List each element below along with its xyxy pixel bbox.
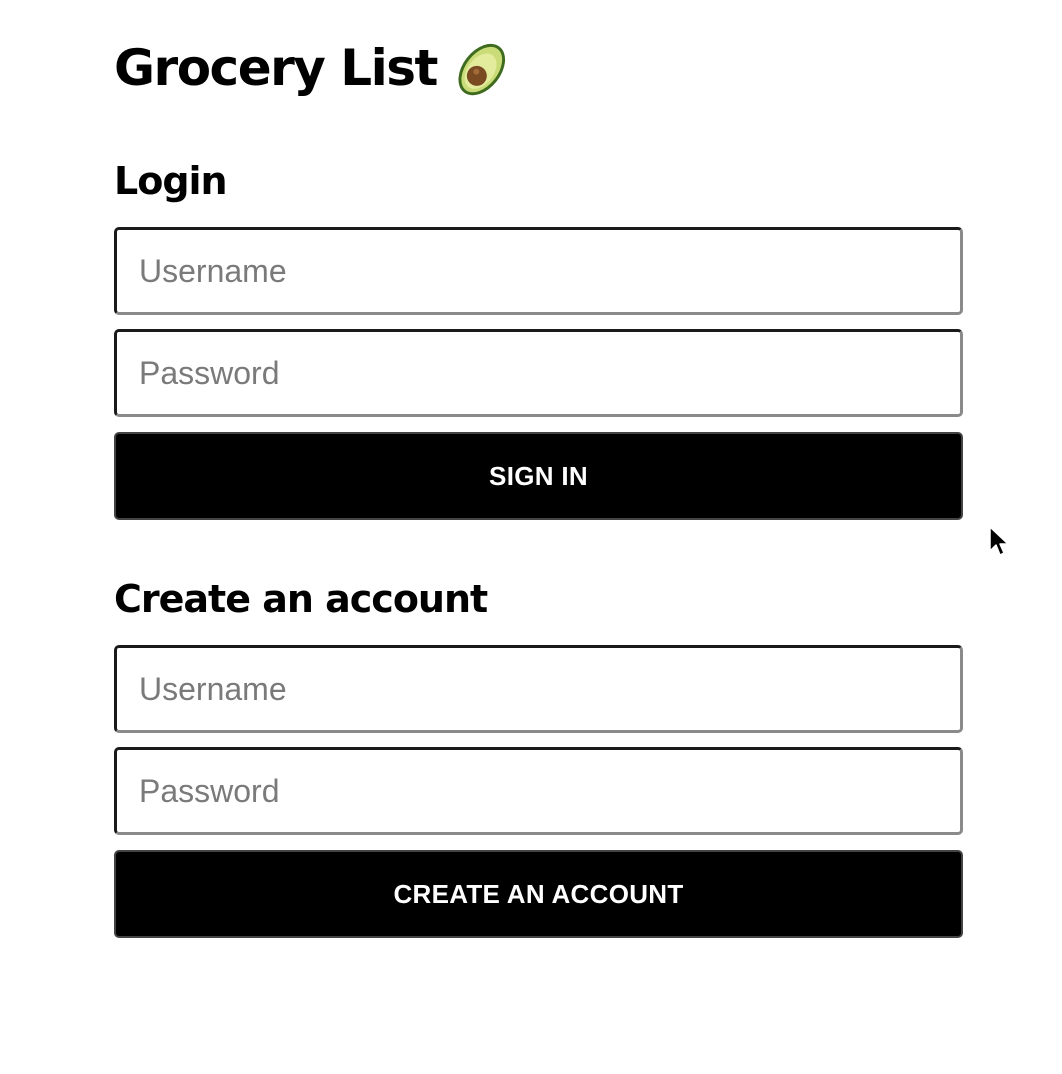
login-username-input[interactable] xyxy=(114,227,963,315)
sign-in-button[interactable]: SIGN IN xyxy=(114,432,963,520)
page-title: Grocery List xyxy=(114,39,438,97)
signup-password-input[interactable] xyxy=(114,747,963,835)
create-account-heading: Create an account xyxy=(114,577,488,621)
login-heading: Login xyxy=(114,159,228,203)
login-password-input[interactable] xyxy=(114,329,963,417)
avocado-icon xyxy=(449,34,517,102)
app-header: Grocery List xyxy=(114,28,517,108)
signup-username-input[interactable] xyxy=(114,645,963,733)
create-account-button[interactable]: CREATE AN ACCOUNT xyxy=(114,850,963,938)
mouse-pointer-icon xyxy=(988,525,1010,559)
